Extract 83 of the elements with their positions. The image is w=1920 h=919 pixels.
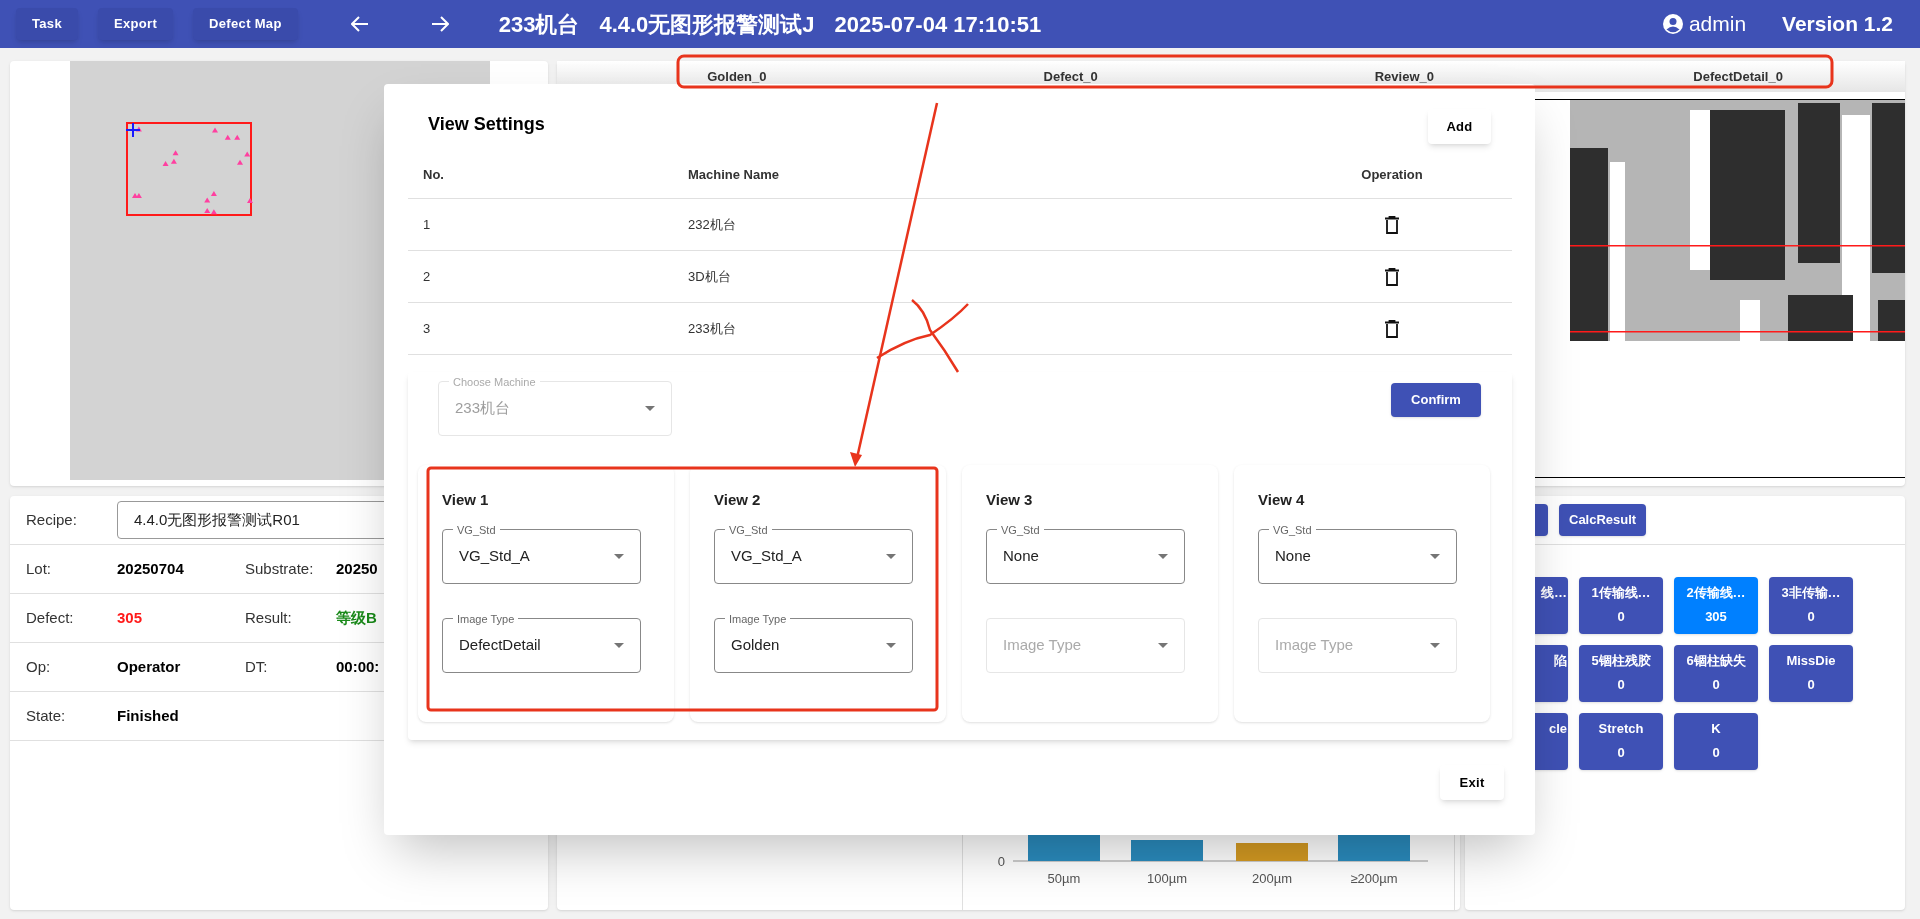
view-title: View 2 — [714, 490, 762, 507]
axis-label: 100µm — [1147, 871, 1187, 886]
caret-icon — [886, 643, 896, 648]
delete-button[interactable] — [1382, 213, 1402, 236]
field-label: Result: — [245, 607, 293, 628]
field-value: 00:00: — [336, 656, 381, 677]
defect-type-button[interactable]: 6锢柱缺失 0 — [1674, 645, 1758, 702]
user-icon — [1662, 14, 1683, 34]
calc-result-button[interactable]: CalcResult — [1559, 504, 1647, 536]
defect-marker — [135, 126, 142, 132]
exit-button[interactable]: Exit — [1440, 765, 1504, 800]
defect-marker — [172, 150, 179, 156]
defect-marker — [224, 134, 231, 140]
defect-type-button[interactable]: 1传输线… 0 — [1579, 577, 1663, 634]
delete-button[interactable] — [1382, 317, 1402, 340]
machine-title: 233机台 — [498, 10, 580, 39]
field-label: Defect: — [26, 607, 75, 628]
defect-marker — [244, 151, 251, 157]
trash-icon — [1385, 267, 1399, 286]
defect-type-button[interactable]: K 0 — [1674, 713, 1758, 770]
table-cell: 3 — [423, 320, 431, 336]
defect-marker — [237, 159, 243, 165]
caret-icon — [1430, 554, 1440, 559]
defect-type-button[interactable]: 2传输线… 305 — [1674, 577, 1758, 634]
table-cell: 1 — [423, 216, 431, 232]
defect-marker — [212, 127, 218, 133]
caret-icon — [1430, 643, 1440, 648]
trash-icon — [1385, 319, 1399, 338]
arrow-right-icon — [430, 16, 449, 32]
delete-button[interactable] — [1382, 265, 1402, 288]
view-header: DefectDetail_0 — [1692, 67, 1784, 86]
defect-type-button[interactable]: 3非传输… 0 — [1769, 577, 1853, 634]
field-value: 20250704 — [117, 558, 185, 579]
axis-label: 50µm — [1047, 871, 1081, 886]
table-cell: 233机台 — [688, 320, 736, 336]
defect-type-button[interactable]: MissDie 0 — [1769, 645, 1853, 702]
defect-marker — [247, 198, 253, 204]
defect-marker — [234, 134, 241, 140]
toolbar-button[interactable]: Export — [97, 8, 174, 40]
username-text: admin — [1688, 11, 1747, 38]
caret-icon — [614, 643, 624, 648]
view-header: Golden_0 — [706, 67, 768, 86]
table-cell: 2 — [423, 268, 431, 284]
column-header: No. — [423, 166, 444, 182]
column-header: Operation — [1361, 165, 1423, 184]
caret-icon — [614, 554, 624, 559]
caret-icon — [645, 406, 655, 411]
field-value: 305 — [117, 607, 144, 628]
dialog-title: View Settings — [428, 113, 545, 136]
add-button[interactable]: Add — [1428, 109, 1491, 144]
arrow-left-icon — [350, 16, 369, 32]
field-label: State: — [26, 705, 67, 726]
defect-type-button[interactable]: 5锢柱残胶 0 — [1579, 645, 1663, 702]
view-title: View 3 — [986, 490, 1034, 507]
view-title: View 4 — [1258, 490, 1306, 507]
field-label: Substrate: — [245, 558, 315, 579]
caret-icon — [1158, 643, 1168, 648]
recipe-title: 4.4.0无图形报警测试J — [599, 10, 815, 39]
axis-label: 200µm — [1252, 871, 1292, 886]
field-value: 20250 — [336, 558, 379, 579]
field-value: Operator — [117, 656, 182, 677]
field-label: Op: — [26, 656, 52, 677]
axis-label: ≥200µm — [1350, 871, 1398, 886]
defect-type-button[interactable]: Stretch 0 — [1579, 713, 1663, 770]
view-header: Review_0 — [1373, 67, 1435, 86]
field-value: Finished — [117, 705, 180, 726]
toolbar-button[interactable]: Task — [16, 8, 78, 40]
axis-label: 0 — [997, 854, 1005, 869]
view-header: Defect_0 — [1042, 67, 1099, 86]
trash-icon — [1385, 215, 1399, 234]
table-cell: 3D机台 — [688, 268, 731, 284]
toolbar-button[interactable]: Defect Map — [193, 8, 298, 40]
field-label: Lot: — [26, 558, 53, 579]
caret-icon — [1158, 554, 1168, 559]
confirm-button[interactable]: Confirm — [1391, 383, 1481, 417]
field-label: DT: — [245, 656, 269, 677]
column-header: Machine Name — [688, 166, 780, 182]
table-cell: 232机台 — [688, 216, 736, 232]
crosshair-icon — [125, 122, 141, 138]
caret-icon — [886, 554, 896, 559]
datetime-text: 2025-07-04 17:10:51 — [834, 10, 1042, 39]
field-label: Recipe: — [26, 509, 78, 530]
version-text: Version 1.2 — [1782, 11, 1893, 38]
